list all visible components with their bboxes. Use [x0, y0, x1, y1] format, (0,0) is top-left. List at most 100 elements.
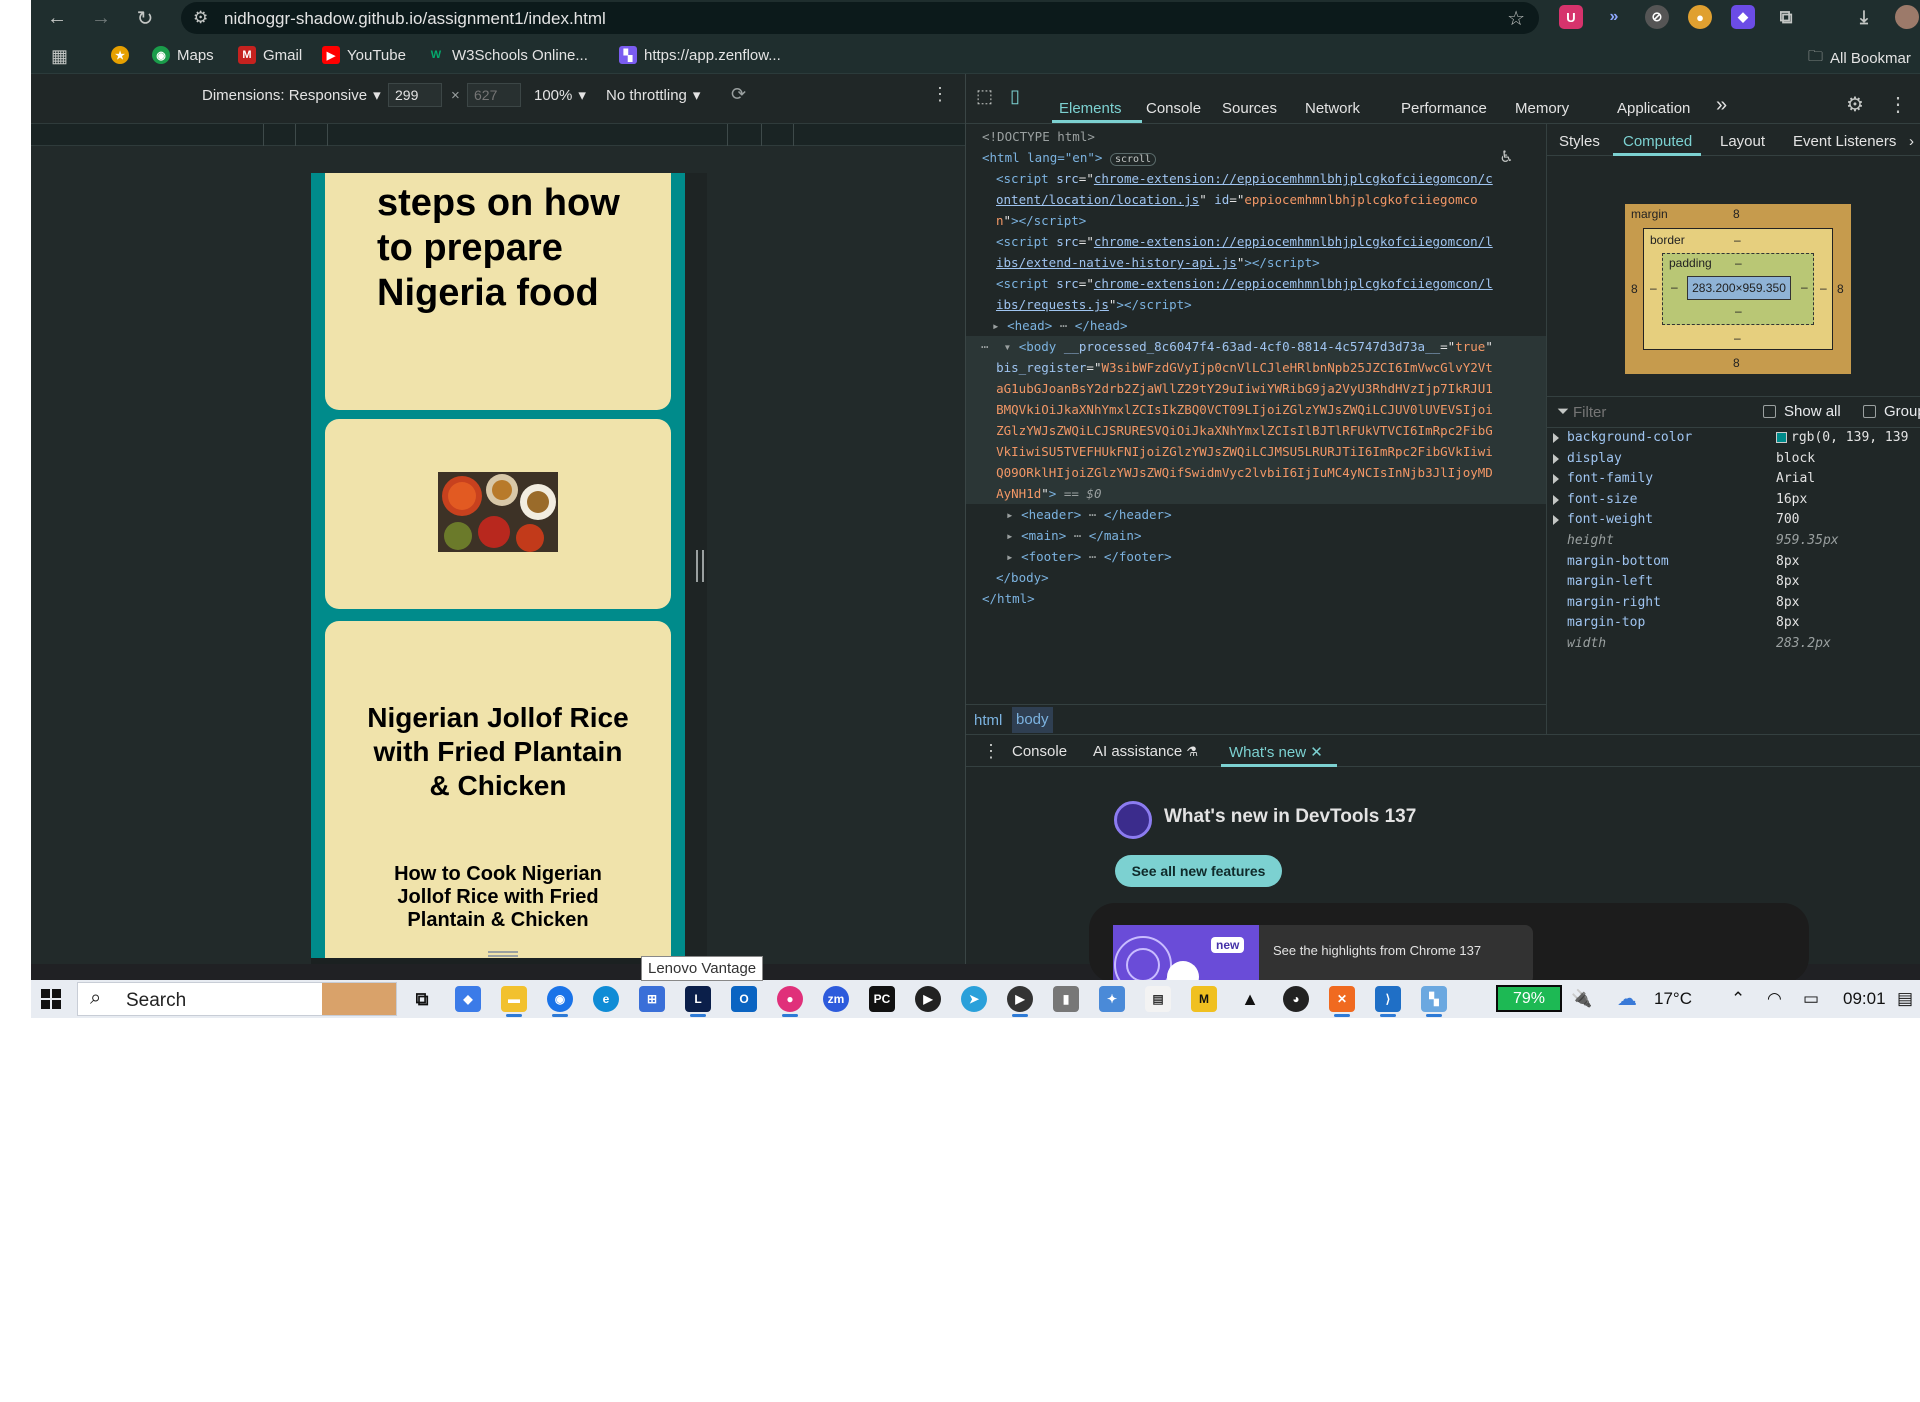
bookmark-maps[interactable]: ◉ Maps	[152, 46, 214, 64]
cookie-extension-icon[interactable]: ●	[1688, 5, 1712, 29]
zoom-dropdown[interactable]: 100% ▾	[534, 86, 586, 105]
store-icon[interactable]: ⊞	[639, 986, 665, 1012]
site-info-icon[interactable]: ⚙	[193, 8, 208, 28]
tab-memory[interactable]: Memory	[1515, 100, 1569, 117]
tab-performance[interactable]: Performance	[1401, 100, 1487, 117]
dom-main[interactable]: ▸ <main> ⋯ </main>	[1006, 525, 1546, 546]
reload-icon[interactable]: ↻	[129, 3, 161, 33]
breadcrumb-html[interactable]: html	[970, 712, 1006, 729]
devtools-menu-icon[interactable]: ⋮	[1888, 92, 1908, 117]
outlook-icon[interactable]: O	[731, 986, 757, 1012]
cloud-icon[interactable]: ☁	[1617, 986, 1637, 1011]
dom-html-close[interactable]: </html>	[982, 588, 1546, 609]
margin-top-value[interactable]: 8	[1733, 207, 1740, 221]
weather-temp[interactable]: 17°C	[1654, 989, 1692, 1009]
bookmark-youtube[interactable]: ▶ YouTube	[322, 46, 406, 64]
computed-property-row[interactable]: background-color rgb(0, 139, 139	[1547, 430, 1920, 450]
padding-left-value[interactable]: –	[1671, 280, 1678, 294]
dimensions-dropdown[interactable]: Dimensions: Responsive ▾	[202, 86, 381, 105]
pycharm-icon[interactable]: PC	[869, 986, 895, 1012]
bookmark-w3schools[interactable]: W W3Schools Online...	[427, 46, 588, 64]
battery-indicator[interactable]: 79%	[1496, 985, 1562, 1012]
audio-extension-icon[interactable]: »	[1602, 5, 1626, 29]
settings-gear-icon[interactable]: ⚙	[1846, 92, 1864, 117]
filter-input[interactable]	[1573, 401, 1743, 423]
back-icon[interactable]: ←	[41, 3, 73, 33]
margin-right-value[interactable]: 8	[1837, 282, 1844, 296]
padding-bottom-value[interactable]: –	[1735, 304, 1742, 318]
expand-triangle-icon[interactable]	[1553, 453, 1559, 464]
edge-icon[interactable]: e	[593, 986, 619, 1012]
zoom-icon[interactable]: zm	[823, 986, 849, 1012]
address-bar[interactable]: ⚙ nidhoggr-shadow.github.io/assignment1/…	[181, 2, 1539, 34]
task-view-icon[interactable]: ⧉	[409, 986, 435, 1012]
tab-elements[interactable]: Elements	[1059, 100, 1122, 117]
expand-triangle-icon[interactable]	[1553, 494, 1559, 505]
dom-bis-register[interactable]: bis_register="W3sibWFzdGVyIjp0cnVlLCJleH…	[966, 357, 1546, 378]
dom-script-3[interactable]: <script src="chrome-extension://eppiocem…	[996, 273, 1546, 294]
vscode-icon[interactable]: ⟩	[1375, 986, 1401, 1017]
usb-icon[interactable]: ▮	[1053, 986, 1079, 1012]
dom-body-close[interactable]: </body>	[996, 567, 1546, 588]
computed-property-row[interactable]: height 959.35px	[1547, 533, 1920, 553]
app-icon[interactable]: ▚	[1421, 986, 1447, 1017]
border-top-value[interactable]: –	[1734, 233, 1741, 247]
scroll-badge[interactable]: scroll	[1109, 153, 1157, 166]
shield-extension-icon[interactable]: ◆	[1731, 5, 1755, 29]
dom-doctype[interactable]: <!DOCTYPE html>	[982, 126, 1546, 147]
see-all-features-button[interactable]: See all new features	[1115, 855, 1282, 887]
dom-script-2-cont[interactable]: ibs/extend-native-history-api.js"></scri…	[996, 252, 1546, 273]
show-all-checkbox[interactable]	[1763, 405, 1776, 418]
tab-network[interactable]: Network	[1305, 100, 1360, 117]
game-icon[interactable]: ✦	[1099, 986, 1125, 1012]
padding-top-value[interactable]: –	[1735, 256, 1742, 270]
blocker-extension-icon[interactable]: ⊘	[1645, 5, 1669, 29]
rotate-icon[interactable]: ⟳	[731, 84, 746, 105]
dom-bis-line[interactable]: Q09ORklHIjoiZGlzYWJsZWQifSwidmVyc2lvbiI6…	[966, 462, 1546, 483]
dom-tree[interactable]: <!DOCTYPE html> <html lang="en"> scroll …	[966, 124, 1546, 704]
drawer-tab-whats-new[interactable]: What's new ✕	[1229, 743, 1323, 761]
border-right-value[interactable]: –	[1820, 281, 1827, 295]
ublock-extension-icon[interactable]: U	[1559, 5, 1583, 29]
m-app-icon[interactable]: M	[1191, 986, 1217, 1012]
dom-script-1-cont[interactable]: ontent/location/location.js" id="eppioce…	[996, 189, 1546, 210]
tab-styles[interactable]: Styles	[1559, 133, 1600, 150]
tab-application[interactable]: Application	[1617, 100, 1690, 117]
computed-property-row[interactable]: display block	[1547, 451, 1920, 471]
tab-console[interactable]: Console	[1146, 100, 1201, 117]
highlight-link[interactable]: new See the highlights from Chrome 137	[1113, 925, 1533, 985]
drawer-tab-ai-assistance[interactable]: AI assistance ⚗	[1093, 743, 1198, 760]
computed-property-row[interactable]: font-weight 700	[1547, 512, 1920, 532]
border-left-value[interactable]: –	[1650, 281, 1657, 295]
dom-bis-line[interactable]: VkIiwiSU5TVEFHUkFNIjoiZGlzYWJsZWQiLCJMSU…	[966, 441, 1546, 462]
display-icon[interactable]: ▭	[1803, 989, 1819, 1009]
expand-triangle-icon[interactable]	[1553, 433, 1559, 443]
extensions-puzzle-icon[interactable]: ⧉	[1774, 5, 1798, 29]
url-text[interactable]: nidhoggr-shadow.github.io/assignment1/in…	[224, 9, 606, 29]
notifications-icon[interactable]: ▤	[1897, 989, 1913, 1009]
clock-time[interactable]: 09:01	[1843, 989, 1886, 1009]
computed-property-row[interactable]: margin-left 8px	[1547, 574, 1920, 594]
throttling-dropdown[interactable]: No throttling ▾	[606, 86, 700, 105]
dom-html-open[interactable]: <html lang="en"> scroll	[982, 147, 1546, 170]
dom-footer[interactable]: ▸ <footer> ⋯ </footer>	[1006, 546, 1546, 567]
breadcrumb-body[interactable]: body	[1012, 707, 1053, 733]
computed-property-row[interactable]: margin-right 8px	[1547, 595, 1920, 615]
notepad-icon[interactable]: ▤	[1145, 986, 1171, 1012]
forward-icon[interactable]: →	[85, 3, 117, 33]
wifi-icon[interactable]: ◠	[1767, 989, 1782, 1009]
more-options-icon[interactable]: ⋮	[931, 84, 949, 105]
dom-script-2[interactable]: <script src="chrome-extension://eppiocem…	[996, 231, 1546, 252]
media-player-icon[interactable]: ▶	[915, 986, 941, 1012]
content-size[interactable]: 283.200×959.350	[1687, 276, 1791, 300]
dom-bis-line[interactable]: BMQVkiOiJkaXNhYmxlZCIsIkZBQ0VCT09LIjoiZG…	[966, 399, 1546, 420]
dom-head[interactable]: ▸ <head> ⋯ </head>	[992, 315, 1546, 336]
expand-triangle-icon[interactable]	[1553, 474, 1559, 485]
telegram-icon[interactable]: ➤	[961, 986, 987, 1012]
drawer-menu-icon[interactable]: ⋮	[982, 741, 1000, 762]
width-input[interactable]	[388, 83, 442, 107]
dom-header[interactable]: ▸ <header> ⋯ </header>	[1006, 504, 1546, 525]
chevron-up-icon[interactable]: ⌃	[1731, 989, 1745, 1009]
padding-right-value[interactable]: –	[1801, 280, 1808, 294]
page-preview[interactable]: steps on how to prepare Nigeria food Nig…	[311, 173, 707, 963]
